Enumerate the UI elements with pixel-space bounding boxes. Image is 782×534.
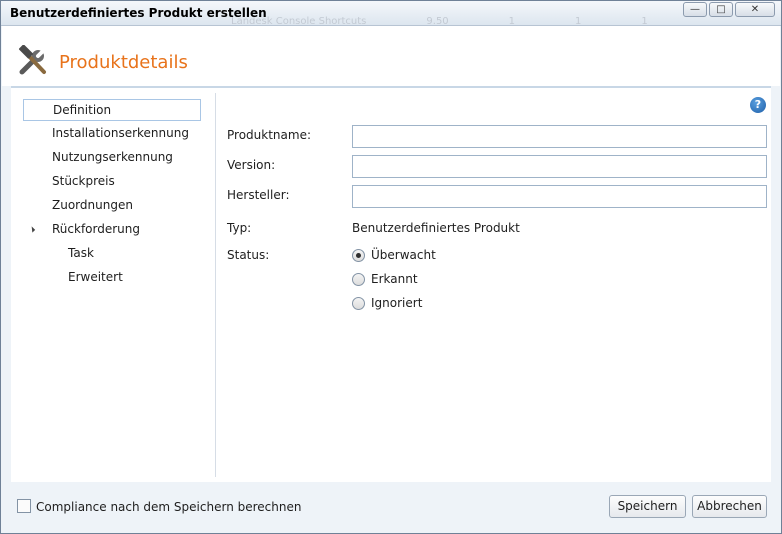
status-radio-ueberwacht[interactable]: Überwacht	[352, 247, 436, 263]
nav-item-rueckforderung[interactable]: Rückforderung	[23, 219, 201, 241]
compliance-label[interactable]: Compliance nach dem Speichern berechnen	[36, 500, 301, 514]
nav-item-label: Stückpreis	[52, 174, 115, 188]
expand-collapse-icon[interactable]	[28, 226, 36, 233]
radio-button[interactable]	[352, 272, 365, 286]
maximize-button[interactable]: □	[709, 2, 733, 17]
compliance-checkbox[interactable]	[17, 499, 31, 513]
radio-label: Ignoriert	[371, 296, 423, 310]
radio-button-selected[interactable]	[352, 248, 365, 262]
nav-item-label: Definition	[53, 103, 112, 117]
radio-label: Überwacht	[371, 248, 436, 262]
maximize-icon: □	[716, 4, 726, 15]
close-button[interactable]: ✕	[735, 2, 775, 17]
save-button[interactable]: Speichern	[609, 495, 686, 518]
minimize-button[interactable]: —	[683, 2, 707, 17]
status-label: Status:	[227, 248, 270, 262]
status-radio-erkannt[interactable]: Erkannt	[352, 271, 418, 287]
typ-value: Benutzerdefiniertes Produkt	[352, 221, 520, 235]
radio-label: Erkannt	[371, 272, 418, 286]
nav-item-task[interactable]: Task	[23, 243, 201, 265]
nav-item-label: Task	[68, 246, 94, 260]
version-label: Version:	[227, 158, 276, 172]
close-icon: ✕	[750, 4, 760, 15]
hersteller-label: Hersteller:	[227, 188, 290, 202]
help-icon[interactable]: ?	[750, 97, 766, 113]
produktname-input[interactable]	[352, 125, 767, 148]
title-bar[interactable]: Landesk Console Shortcuts 9.50 1 1 1 Benutze…	[1, 1, 781, 27]
radio-button[interactable]	[352, 296, 365, 310]
nav-item-erweitert[interactable]: Erweitert	[23, 267, 201, 289]
hersteller-input[interactable]	[352, 185, 767, 208]
tools-icon	[18, 45, 46, 75]
nav-item-installationserkennung[interactable]: Installationserkennung	[23, 123, 201, 145]
dialog-header: Produktdetails	[2, 26, 780, 86]
nav-item-stueckpreis[interactable]: Stückpreis	[23, 171, 201, 193]
version-input[interactable]	[352, 155, 767, 178]
dialog-window: Landesk Console Shortcuts 9.50 1 1 1 Benutze…	[0, 0, 782, 534]
window-title: Benutzerdefiniertes Produkt erstellen	[10, 6, 267, 20]
nav-item-label: Rückforderung	[52, 222, 141, 236]
nav-item-definition[interactable]: Definition	[23, 99, 201, 121]
dialog-footer: Compliance nach dem Speichern berechnen …	[2, 485, 780, 532]
main-content: Definition Installationserkennung Nutzun…	[11, 88, 771, 482]
status-radio-ignoriert[interactable]: Ignoriert	[352, 295, 422, 311]
nav-item-label: Nutzungserkennung	[52, 150, 173, 164]
panel-divider	[215, 93, 216, 477]
nav-item-zuordnungen[interactable]: Zuordnungen	[23, 195, 201, 217]
sidebar-nav: Definition Installationserkennung Nutzun…	[11, 88, 215, 482]
nav-item-label: Zuordnungen	[52, 198, 133, 212]
nav-item-label: Erweitert	[68, 270, 123, 284]
nav-item-nutzungserkennung[interactable]: Nutzungserkennung	[23, 147, 201, 169]
cancel-button[interactable]: Abbrechen	[692, 495, 767, 518]
produktname-label: Produktname:	[227, 128, 311, 142]
page-title: Produktdetails	[59, 52, 188, 73]
typ-label: Typ:	[227, 221, 252, 235]
minimize-icon: —	[690, 4, 700, 15]
nav-item-label: Installationserkennung	[52, 126, 189, 140]
